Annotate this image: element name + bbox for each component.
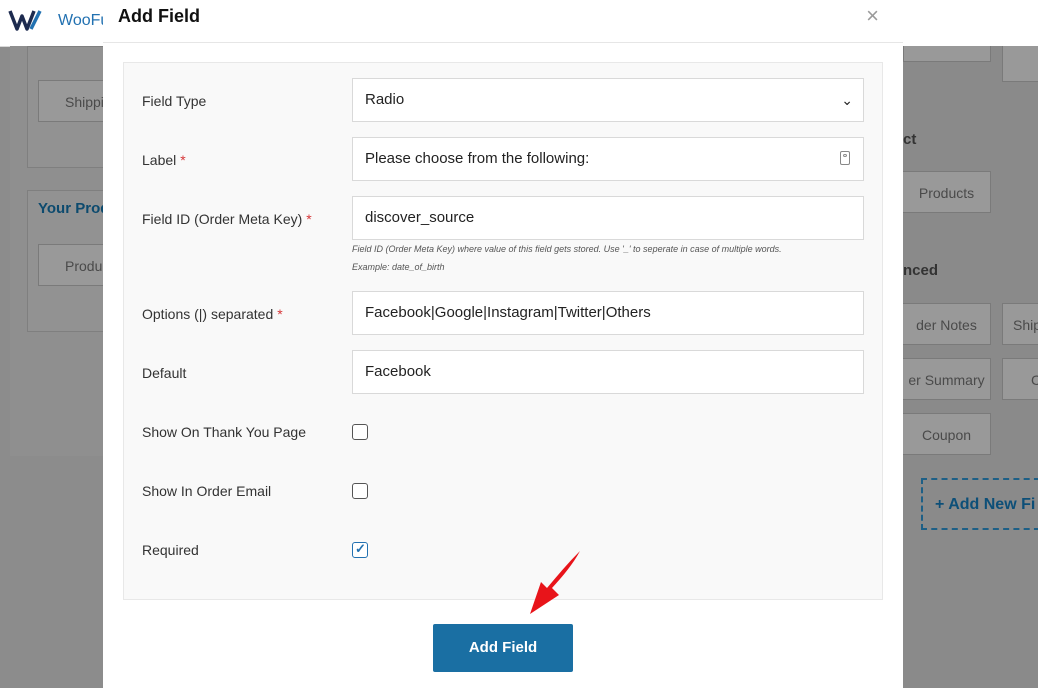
required-label: Required: [142, 542, 199, 558]
required-asterisk: *: [180, 152, 186, 168]
red-arrow-icon: [530, 551, 580, 614]
checkmark-icon: ✓: [355, 541, 366, 556]
background-add-new-field-button: + Add New Fi: [921, 478, 1038, 530]
background-product-button: Produ: [38, 244, 103, 286]
field-id-label: Field ID (Order Meta Key) *: [142, 211, 312, 227]
background-heading-select: ct: [903, 131, 917, 148]
brand-name: WooFu: [58, 12, 110, 29]
options-input[interactable]: Facebook|Google|Instagram|Twitter|Others: [352, 291, 864, 335]
modal-header: Add Field ×: [103, 0, 903, 43]
required-checkbox[interactable]: ✓: [352, 541, 368, 558]
modal-title: Add Field: [118, 6, 200, 26]
show-thank-you-checkbox[interactable]: [352, 424, 368, 440]
background-heading-advanced: nced: [903, 262, 939, 279]
options-label: Options (|) separated *: [142, 306, 283, 322]
field-id-hint: Field ID (Order Meta Key) where value of…: [352, 244, 782, 254]
show-thank-you-label: Show On Thank You Page: [142, 424, 306, 440]
field-type-select[interactable]: Radio ⌄: [352, 78, 864, 122]
chevron-down-icon: ⌄: [841, 92, 853, 108]
background-shipping-small-button: Ship: [1002, 303, 1038, 345]
background-order-notes-button: der Notes: [903, 303, 991, 345]
label-label: Label *: [142, 152, 186, 168]
show-email-label: Show In Order Email: [142, 483, 272, 499]
add-field-button[interactable]: Add Field: [433, 624, 573, 672]
field-type-label: Field Type: [142, 93, 207, 109]
field-id-input[interactable]: discover_source: [352, 196, 864, 240]
background-your-products-heading: Your Prod: [38, 200, 110, 217]
field-form: Field Type Radio ⌄ Label * Please choose …: [123, 62, 883, 600]
label-input-value: Please choose from the following:: [365, 150, 590, 167]
background-right-top-box-2: [1002, 46, 1038, 82]
background-right-top-box: [903, 46, 991, 62]
field-id-value: discover_source: [365, 209, 475, 226]
close-icon[interactable]: ×: [866, 5, 879, 27]
required-asterisk: *: [306, 211, 312, 227]
default-value: Facebook: [365, 363, 431, 380]
woofunnels-logo-icon: [8, 10, 42, 31]
default-label: Default: [142, 365, 187, 381]
add-field-modal: Add Field × Field Type Radio ⌄ Label * Pl…: [103, 0, 903, 688]
background-shipping-button: Shippi: [38, 80, 104, 122]
label-input[interactable]: Please choose from the following:: [352, 137, 864, 181]
field-type-value: Radio: [365, 91, 405, 108]
background-products-button: Products: [903, 171, 991, 213]
required-asterisk: *: [277, 306, 283, 322]
field-id-hint-example: Example: date_of_birth: [352, 262, 445, 272]
options-value: Facebook|Google|Instagram|Twitter|Others: [365, 304, 651, 321]
default-input[interactable]: Facebook: [352, 350, 864, 394]
background-c-button: C: [1002, 358, 1038, 400]
background-coupon-button: Coupon: [903, 413, 991, 455]
show-email-checkbox[interactable]: [352, 483, 368, 499]
background-order-summary-button: er Summary: [903, 358, 991, 400]
autofill-contact-icon[interactable]: [840, 151, 850, 165]
